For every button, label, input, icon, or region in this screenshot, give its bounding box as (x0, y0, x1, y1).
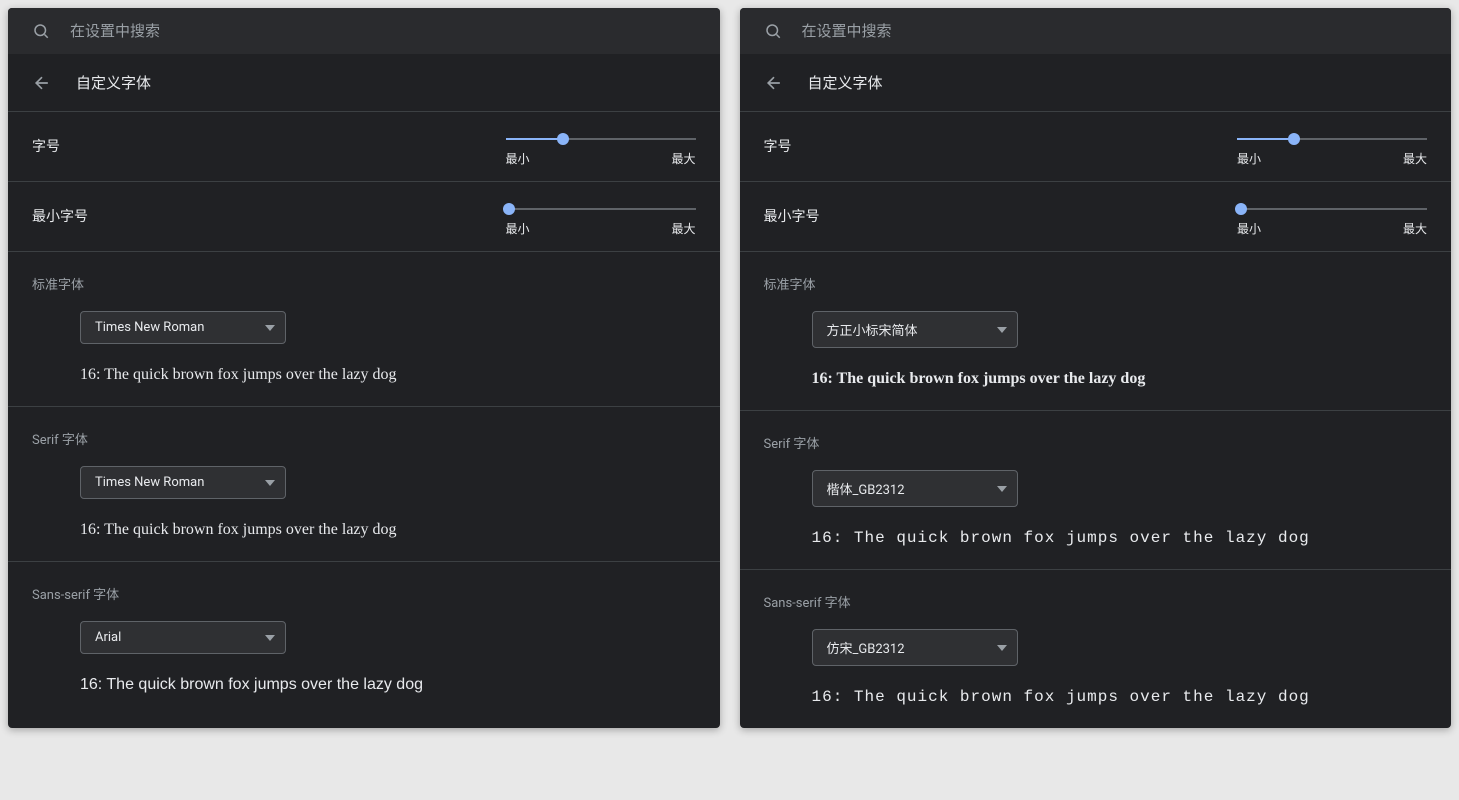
serif-font-section: Serif 字体 Times New Roman 16: The quick b… (8, 407, 720, 562)
sans-font-heading: Sans-serif 字体 (32, 584, 696, 603)
settings-panel-left: 自定义字体 字号 最小 最大 最小字号 (8, 8, 720, 728)
dropdown-value: 仿宋_GB2312 (827, 638, 905, 657)
page-title: 自定义字体 (808, 72, 883, 93)
standard-font-preview: 16: The quick brown fox jumps over the l… (80, 366, 696, 384)
dropdown-value: Times New Roman (95, 320, 204, 335)
slider-max-label: 最大 (1403, 220, 1427, 237)
sans-font-heading: Sans-serif 字体 (764, 592, 1428, 611)
standard-font-section: 标准字体 Times New Roman 16: The quick brown… (8, 252, 720, 407)
min-font-size-row: 最小字号 最小 最大 (8, 182, 720, 252)
search-input[interactable] (802, 23, 1428, 40)
serif-font-section: Serif 字体 楷体_GB2312 16: The quick brown f… (740, 411, 1452, 570)
slider-max-label: 最大 (671, 150, 695, 167)
page-header: 自定义字体 (740, 54, 1452, 112)
back-arrow-icon[interactable] (764, 73, 784, 93)
sans-font-dropdown[interactable]: 仿宋_GB2312 (812, 629, 1018, 666)
font-size-slider[interactable]: 最小 最大 (1237, 132, 1427, 167)
sans-font-preview: 16: The quick brown fox jumps over the l… (80, 676, 696, 694)
serif-font-dropdown[interactable]: 楷体_GB2312 (812, 470, 1018, 507)
font-size-label: 字号 (32, 132, 60, 156)
standard-font-dropdown[interactable]: 方正小标宋简体 (812, 311, 1018, 348)
sans-font-section: Sans-serif 字体 仿宋_GB2312 16: The quick br… (740, 570, 1452, 728)
slider-max-label: 最大 (1403, 150, 1427, 167)
serif-font-heading: Serif 字体 (764, 433, 1428, 452)
content-area: 字号 最小 最大 最小字号 最小 (740, 112, 1452, 728)
min-font-size-label: 最小字号 (32, 202, 88, 226)
caret-down-icon (265, 480, 275, 486)
sans-font-dropdown[interactable]: Arial (80, 621, 286, 654)
caret-down-icon (265, 325, 275, 331)
search-icon (32, 22, 50, 40)
search-bar (740, 8, 1452, 54)
standard-font-heading: 标准字体 (764, 274, 1428, 293)
slider-thumb-icon[interactable] (503, 203, 515, 215)
slider-min-label: 最小 (506, 220, 530, 237)
serif-font-preview: 16: The quick brown fox jumps over the l… (812, 529, 1428, 547)
slider-max-label: 最大 (671, 220, 695, 237)
slider-thumb-icon[interactable] (1235, 203, 1247, 215)
dropdown-value: 楷体_GB2312 (827, 479, 905, 498)
font-size-slider[interactable]: 最小 最大 (506, 132, 696, 167)
min-font-size-label: 最小字号 (764, 202, 820, 226)
slider-thumb-icon[interactable] (1288, 133, 1300, 145)
search-icon (764, 22, 782, 40)
search-bar (8, 8, 720, 54)
caret-down-icon (265, 635, 275, 641)
dropdown-value: Arial (95, 630, 121, 645)
standard-font-dropdown[interactable]: Times New Roman (80, 311, 286, 344)
search-input[interactable] (70, 23, 696, 40)
dropdown-value: Times New Roman (95, 475, 204, 490)
page-title: 自定义字体 (76, 72, 151, 93)
serif-font-dropdown[interactable]: Times New Roman (80, 466, 286, 499)
caret-down-icon (997, 486, 1007, 492)
min-font-size-row: 最小字号 最小 最大 (740, 182, 1452, 252)
settings-panel-right: 自定义字体 字号 最小 最大 最小字号 (740, 8, 1452, 728)
standard-font-section: 标准字体 方正小标宋简体 16: The quick brown fox jum… (740, 252, 1452, 411)
slider-thumb-icon[interactable] (557, 133, 569, 145)
font-size-row: 字号 最小 最大 (8, 112, 720, 182)
min-font-size-slider[interactable]: 最小 最大 (1237, 202, 1427, 237)
back-arrow-icon[interactable] (32, 73, 52, 93)
sans-font-section: Sans-serif 字体 Arial 16: The quick brown … (8, 562, 720, 716)
font-size-label: 字号 (764, 132, 792, 156)
sans-font-preview: 16: The quick brown fox jumps over the l… (812, 688, 1428, 706)
min-font-size-slider[interactable]: 最小 最大 (506, 202, 696, 237)
caret-down-icon (997, 645, 1007, 651)
dropdown-value: 方正小标宋简体 (827, 320, 918, 339)
caret-down-icon (997, 327, 1007, 333)
serif-font-preview: 16: The quick brown fox jumps over the l… (80, 521, 696, 539)
standard-font-heading: 标准字体 (32, 274, 696, 293)
font-size-row: 字号 最小 最大 (740, 112, 1452, 182)
serif-font-heading: Serif 字体 (32, 429, 696, 448)
content-area: 字号 最小 最大 最小字号 最小 (8, 112, 720, 716)
page-header: 自定义字体 (8, 54, 720, 112)
slider-min-label: 最小 (1237, 220, 1261, 237)
standard-font-preview: 16: The quick brown fox jumps over the l… (812, 370, 1428, 388)
slider-min-label: 最小 (506, 150, 530, 167)
slider-min-label: 最小 (1237, 150, 1261, 167)
